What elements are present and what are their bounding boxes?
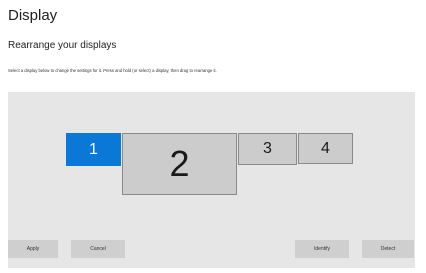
detect-button[interactable]: Detect	[362, 240, 414, 258]
display-settings-page: Display Rearrange your displays Select a…	[0, 0, 426, 273]
cancel-button[interactable]: Cancel	[71, 240, 125, 258]
display-2[interactable]: 2	[122, 133, 237, 195]
identify-button[interactable]: Identify	[295, 240, 349, 258]
display-3[interactable]: 3	[238, 133, 297, 165]
display-1[interactable]: 1	[66, 133, 121, 166]
apply-button[interactable]: Apply	[8, 240, 58, 258]
instructions-text: Select a display below to change the set…	[8, 68, 217, 73]
page-title: Display	[8, 7, 58, 24]
display-4[interactable]: 4	[298, 133, 353, 164]
section-title: Rearrange your displays	[8, 40, 117, 51]
